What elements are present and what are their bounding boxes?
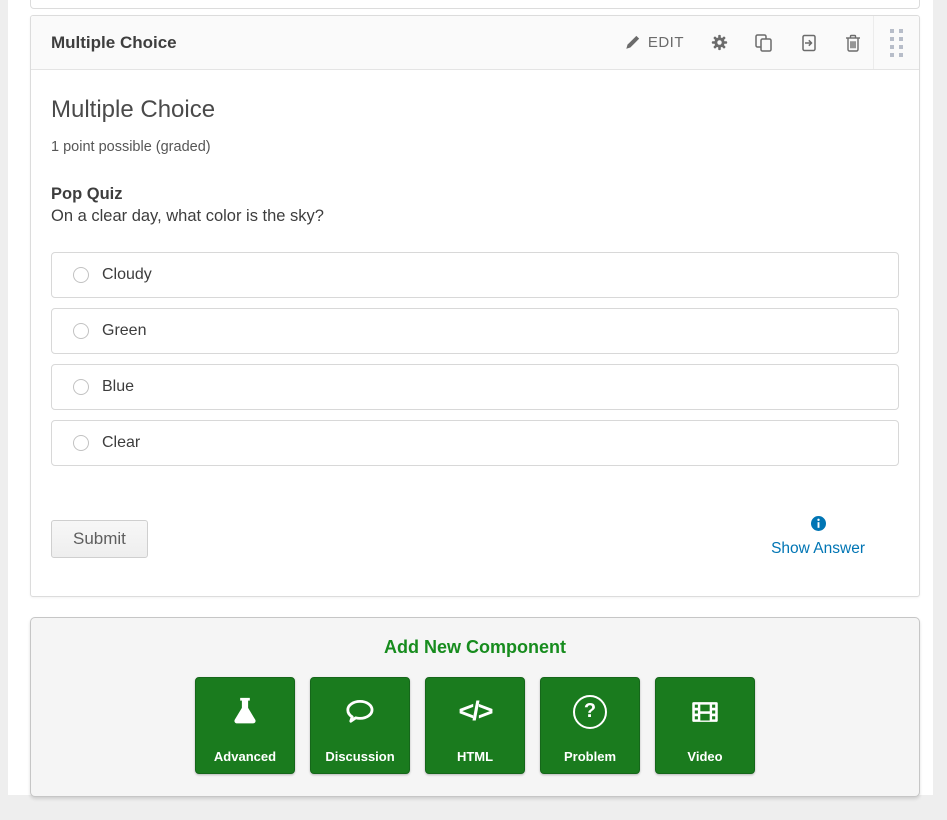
flask-icon [196,678,294,745]
edit-button-label: EDIT [648,34,684,51]
choice-label: Blue [102,378,134,396]
delete-button[interactable] [845,34,861,52]
choice-label: Clear [102,434,140,452]
film-strip-icon [656,678,754,745]
choice-option[interactable]: Cloudy [51,252,899,298]
pencil-icon [625,35,640,50]
problem-actions-row: Submit Show Answer [51,516,899,558]
component-actions: EDIT [625,16,919,69]
choice-label: Cloudy [102,266,152,284]
duplicate-button[interactable] [755,34,773,52]
points-possible-text: 1 point possible (graded) [51,139,899,155]
choice-option[interactable]: Green [51,308,899,354]
add-button-label: Video [656,749,754,764]
show-answer-link[interactable]: Show Answer [771,516,899,558]
question-title: Pop Quiz [51,185,899,204]
add-video-button[interactable]: Video [655,677,755,774]
radio-icon[interactable] [73,435,89,451]
add-button-label: Discussion [311,749,409,764]
add-html-button[interactable]: </> HTML [425,677,525,774]
drag-handle-icon [890,29,903,57]
choice-label: Green [102,322,146,340]
submit-button[interactable]: Submit [51,520,148,558]
add-discussion-button[interactable]: Discussion [310,677,410,774]
choice-group: Cloudy Green Blue Clear [51,252,899,466]
add-component-buttons: Advanced Discussion </> HTML ? [31,677,919,774]
radio-icon[interactable] [73,379,89,395]
choice-option[interactable]: Blue [51,364,899,410]
code-icon: </> [426,678,524,745]
move-button[interactable] [800,34,818,52]
settings-button[interactable] [711,34,728,51]
edit-button[interactable]: EDIT [625,34,684,51]
add-new-component-panel: Add New Component Advanced Discussion [30,617,920,797]
show-answer-label: Show Answer [771,540,865,558]
content-page: Multiple Choice EDIT [8,0,933,795]
add-new-component-title: Add New Component [31,637,919,658]
component-card: Multiple Choice EDIT [30,15,920,597]
add-button-label: Problem [541,749,639,764]
move-icon [800,34,818,52]
add-button-label: Advanced [196,749,294,764]
drag-handle[interactable] [873,16,919,69]
component-header: Multiple Choice EDIT [31,16,919,70]
add-button-label: HTML [426,749,524,764]
gear-icon [711,34,728,51]
choice-option[interactable]: Clear [51,420,899,466]
duplicate-icon [755,34,773,52]
question-text: On a clear day, what color is the sky? [51,207,899,226]
trash-icon [845,34,861,52]
previous-component-card-edge [30,0,920,9]
add-advanced-button[interactable]: Advanced [195,677,295,774]
question-circle-icon: ? [541,678,639,745]
radio-icon[interactable] [73,323,89,339]
add-problem-button[interactable]: ? Problem [540,677,640,774]
question-block: Pop Quiz On a clear day, what color is t… [51,185,899,226]
speech-bubble-icon [311,678,409,745]
problem-preview: Multiple Choice 1 point possible (graded… [31,70,919,596]
component-title: Multiple Choice [51,33,177,53]
info-icon [811,518,826,535]
problem-display-name: Multiple Choice [51,96,899,124]
radio-icon[interactable] [73,267,89,283]
